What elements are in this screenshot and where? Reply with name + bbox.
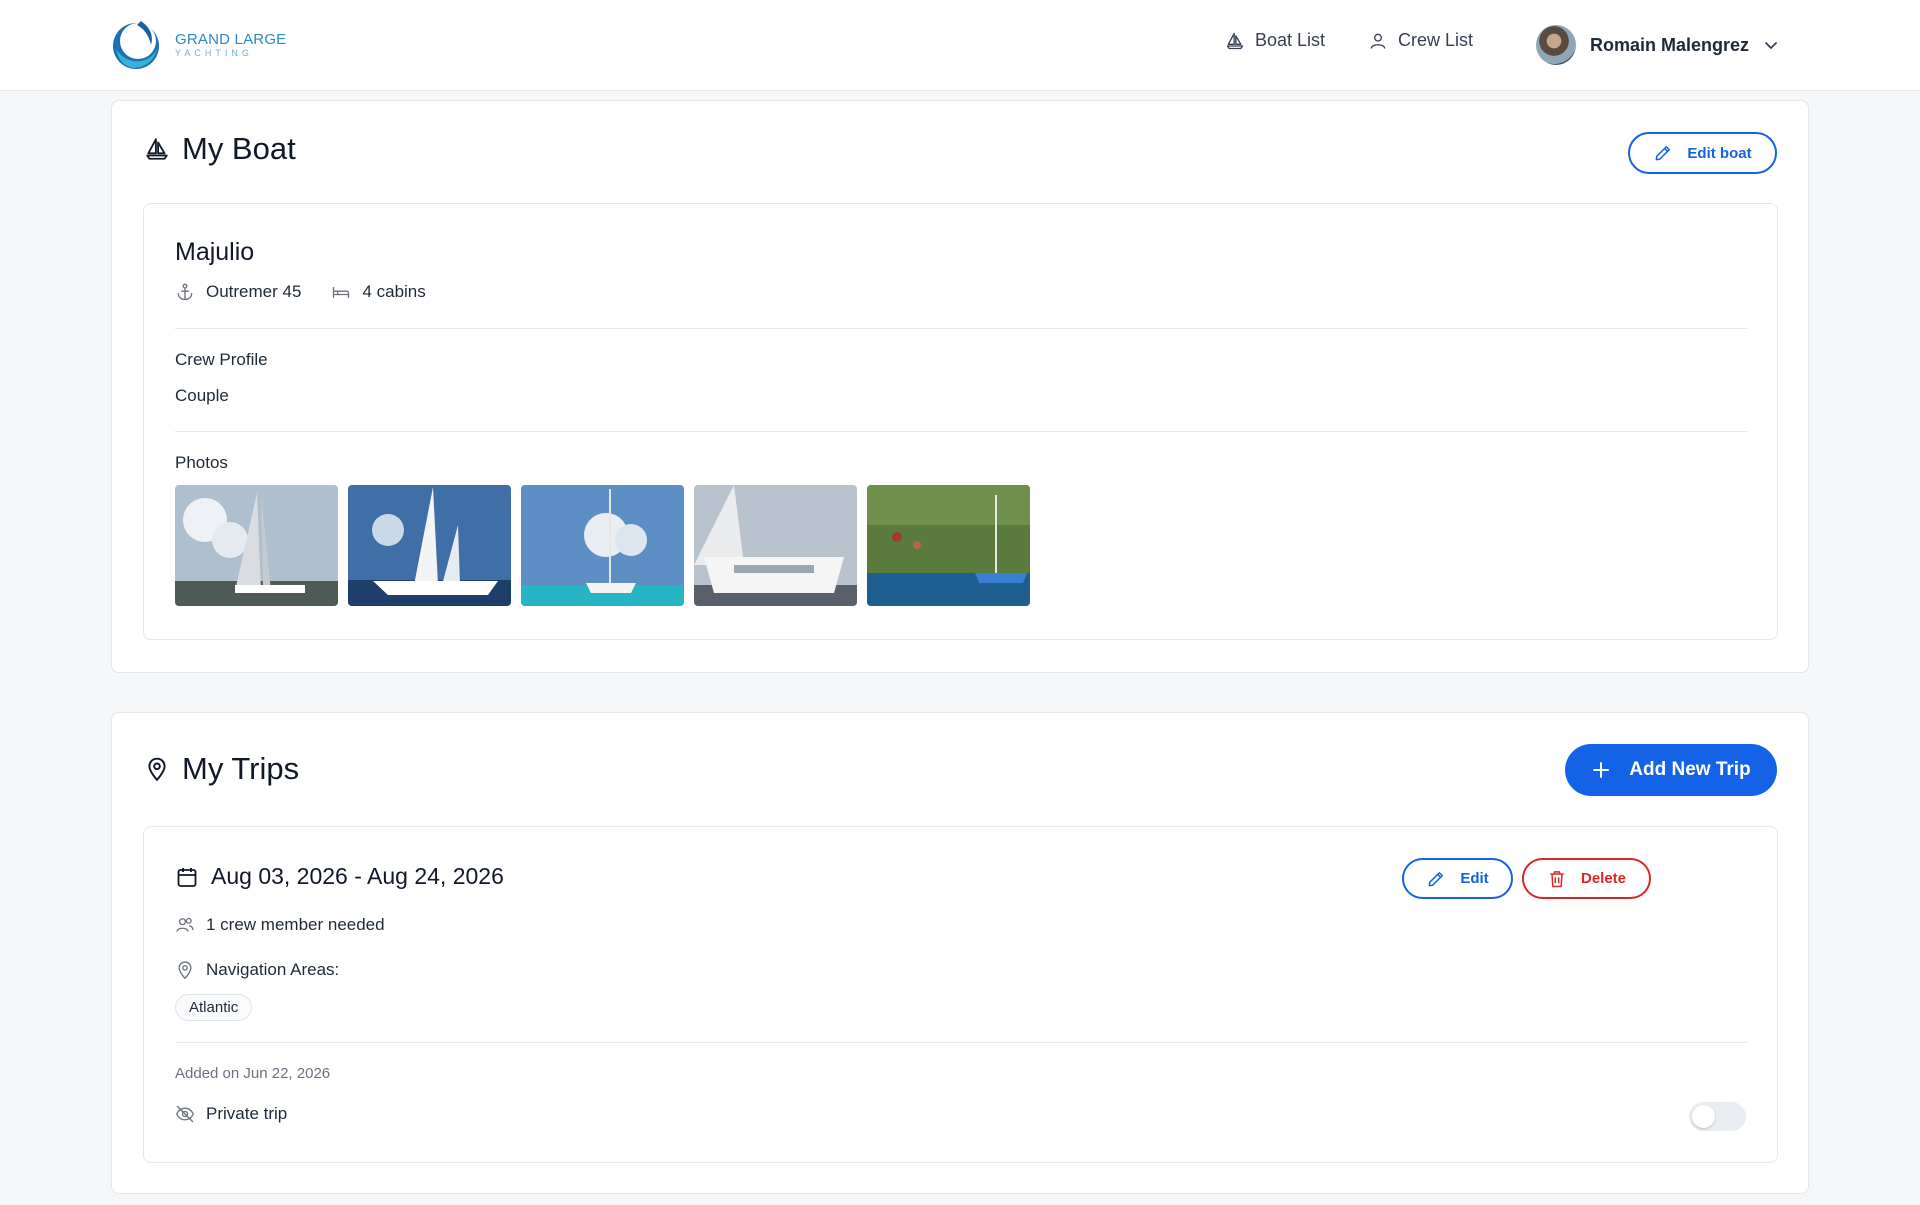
map-pin-icon <box>148 757 166 782</box>
crew-needed: 1 crew member needed <box>175 915 385 935</box>
nav-crew-list-label: Crew List <box>1398 30 1474 50</box>
boat-photo-4[interactable] <box>694 485 857 606</box>
boat-cabins-text: 4 cabins <box>362 282 426 301</box>
user-name: Romain Malengrez <box>1590 34 1750 55</box>
edit-boat-label: Edit boat <box>1687 144 1752 162</box>
boat-model: Outremer 45 <box>175 282 301 302</box>
boat-photo-3[interactable] <box>521 485 684 606</box>
eye-off-icon <box>175 1105 195 1123</box>
nav-boat-list-label: Boat List <box>1255 30 1326 50</box>
avatar <box>1536 25 1576 65</box>
private-trip-toggle[interactable] <box>1689 1102 1746 1131</box>
user-menu[interactable]: Romain Malengrez <box>1536 25 1779 65</box>
my-trips-section: My Trips Add New Trip Aug 03, 2026 - Aug… <box>111 712 1809 1194</box>
edit-trip-label: Edit <box>1460 870 1489 887</box>
add-new-trip-button[interactable]: Add New Trip <box>1565 744 1777 796</box>
divider <box>175 328 1747 329</box>
delete-trip-button[interactable]: Delete <box>1522 858 1651 899</box>
plus-icon <box>1593 762 1610 778</box>
delete-trip-label: Delete <box>1580 870 1627 887</box>
map-pin-icon <box>178 961 192 980</box>
added-date: Added on Jun 22, 2026 <box>175 1065 331 1082</box>
navigation-areas: Navigation Areas: <box>175 960 339 980</box>
chevron-down-icon <box>1765 42 1777 50</box>
photo-gallery <box>175 485 1040 606</box>
photos-label: Photos <box>175 453 228 472</box>
nav-crew-list[interactable]: Crew List <box>1368 30 1473 51</box>
sailboat-icon <box>146 138 168 160</box>
users-icon <box>176 917 194 932</box>
nav-boat-list[interactable]: Boat List <box>1225 30 1325 51</box>
boat-model-text: Outremer 45 <box>206 282 302 301</box>
logo-line2: YACHTING <box>175 48 253 58</box>
trip-dates-text: Aug 03, 2026 - Aug 24, 2026 <box>211 863 504 889</box>
crew-needed-text: 1 crew member needed <box>206 915 385 934</box>
boat-meta: Outremer 45 4 cabins <box>175 282 456 302</box>
calendar-icon <box>177 867 197 887</box>
private-trip-label: Private trip <box>206 1104 288 1123</box>
sailboat-icon <box>1226 32 1244 49</box>
crew-profile-label: Crew Profile <box>175 350 268 369</box>
divider <box>175 431 1747 432</box>
my-trips-heading: My Trips <box>144 751 299 787</box>
logo-mark-icon <box>113 21 159 69</box>
boat-photo-5[interactable] <box>867 485 1030 606</box>
bed-icon <box>333 287 350 298</box>
logo[interactable]: GRAND LARGE YACHTING <box>111 19 286 71</box>
boat-name: Majulio <box>175 238 255 266</box>
divider <box>175 1042 1747 1043</box>
boat-cabins: 4 cabins <box>331 282 426 302</box>
area-chip: Atlantic <box>175 994 253 1021</box>
trip-dates: Aug 03, 2026 - Aug 24, 2026 <box>175 863 504 890</box>
user-icon <box>1370 33 1386 49</box>
pencil-icon <box>1428 871 1444 886</box>
my-boat-section: My Boat Edit boat Majulio Outremer 45 4 … <box>111 100 1809 673</box>
trash-icon <box>1550 870 1564 887</box>
toggle-knob <box>1692 1105 1715 1128</box>
anchor-icon <box>177 283 193 301</box>
my-trips-title: My Trips <box>182 751 300 786</box>
pencil-icon <box>1655 146 1671 161</box>
my-boat-heading: My Boat <box>144 131 296 167</box>
logo-line1: GRAND LARGE <box>175 31 287 48</box>
trip-card: Aug 03, 2026 - Aug 24, 2026 Edit Delete … <box>143 826 1778 1163</box>
top-header: GRAND LARGE YACHTING Boat List Crew List… <box>0 0 1920 91</box>
navigation-areas-label: Navigation Areas: <box>206 960 340 979</box>
crew-profile-value: Couple <box>175 386 229 405</box>
edit-trip-button[interactable]: Edit <box>1402 858 1513 899</box>
boat-photo-2[interactable] <box>348 485 511 606</box>
boat-photo-1[interactable] <box>175 485 338 606</box>
my-boat-title: My Boat <box>182 131 296 166</box>
boat-card: Majulio Outremer 45 4 cabins Crew Profil… <box>143 203 1778 640</box>
add-new-trip-label: Add New Trip <box>1629 759 1751 780</box>
edit-boat-button[interactable]: Edit boat <box>1628 132 1777 174</box>
private-trip: Private trip <box>175 1104 287 1124</box>
